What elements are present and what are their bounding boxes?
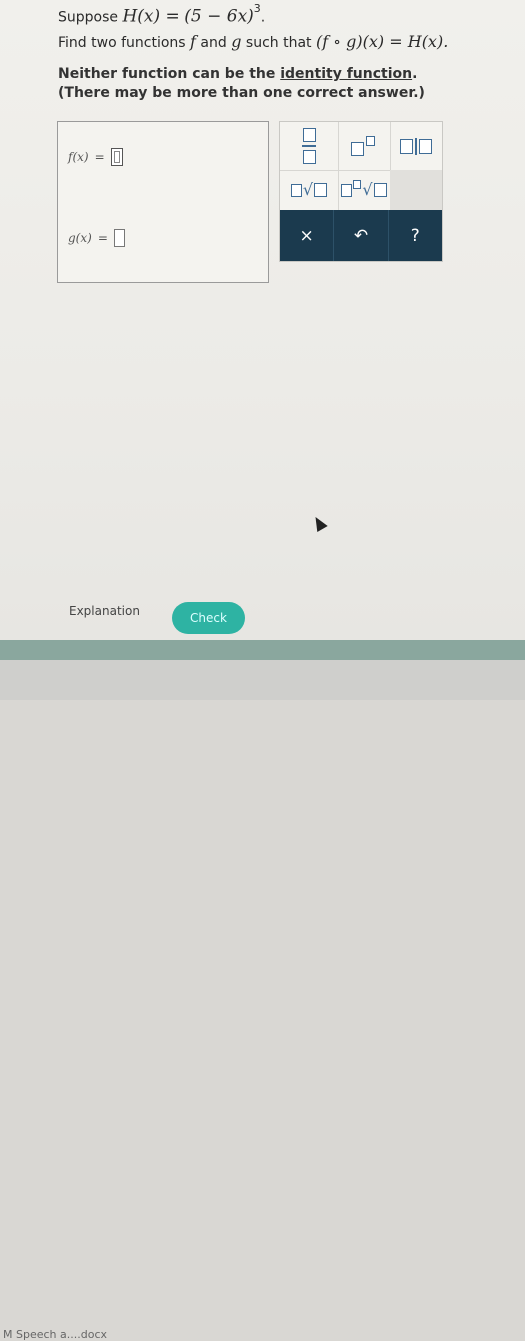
close-icon: ×	[299, 225, 314, 246]
composition-expression: (f ∘ g)(x) = H(x).	[315, 32, 449, 51]
f-input[interactable]	[110, 148, 123, 166]
note-line-1: Neither function can be the identity fun…	[58, 66, 417, 82]
suppose-word: Suppose	[58, 9, 119, 26]
question-line-2: Find two functions f and g such that (f …	[58, 32, 448, 51]
download-bar: M Speech a....docx	[0, 660, 525, 1341]
undo-icon: ↶	[353, 225, 369, 246]
help-button[interactable]: ?	[389, 210, 442, 261]
question-line-1: Suppose H(x) = (5 − 6x)3.	[58, 2, 266, 27]
palette-actions: × ↶ ?	[280, 210, 442, 261]
nth-root-icon: √	[341, 179, 387, 198]
f-equals: =	[94, 150, 105, 164]
find-f: f	[190, 32, 196, 51]
note-line-2: (There may be more than one correct answ…	[58, 85, 425, 101]
f-answer-row: f(x) =	[68, 148, 123, 166]
page-bottom-strip	[0, 640, 525, 660]
g-equals: =	[97, 231, 108, 245]
check-button[interactable]: Check	[172, 602, 245, 634]
nth-root-button[interactable]: √	[338, 170, 391, 211]
g-input[interactable]	[113, 229, 125, 247]
exponent: 3	[253, 2, 261, 15]
note-suffix: .	[412, 66, 418, 82]
absolute-value-icon	[400, 137, 432, 155]
end-period: .	[260, 9, 266, 26]
find-g: g	[231, 32, 242, 51]
note-prefix: Neither function can be the	[58, 66, 281, 82]
assignment-screen: Suppose H(x) = (5 − 6x)3. Find two funct…	[0, 0, 525, 640]
undo-button[interactable]: ↶	[334, 210, 389, 261]
f-label: f(x)	[68, 150, 89, 164]
help-icon: ?	[410, 225, 420, 246]
square-root-icon: √	[290, 182, 328, 198]
clear-button[interactable]: ×	[280, 210, 335, 261]
fraction-button[interactable]	[280, 122, 339, 171]
find-and: and	[200, 35, 227, 51]
g-answer-row: g(x) =	[68, 229, 125, 247]
math-palette: √ √ × ↶ ?	[279, 121, 443, 262]
mouse-cursor-icon	[310, 513, 328, 533]
square-root-button[interactable]: √	[280, 170, 339, 211]
explanation-button[interactable]: Explanation	[69, 604, 140, 618]
empty-palette-slot	[390, 170, 442, 211]
exponent-button[interactable]	[338, 122, 391, 171]
absolute-value-button[interactable]	[390, 122, 442, 171]
identity-function-link[interactable]: identity function	[280, 66, 412, 82]
download-item[interactable]: M Speech a....docx	[3, 1328, 107, 1341]
fraction-icon	[302, 128, 316, 164]
answer-box: f(x) = g(x) =	[57, 121, 269, 283]
g-label: g(x)	[68, 231, 92, 245]
find-such: such that	[245, 35, 312, 51]
find-text: Find two functions	[58, 35, 186, 51]
exponent-icon	[351, 136, 377, 156]
function-definition-lhs: H(x) =	[122, 6, 180, 27]
function-definition-rhs: (5 − 6x)	[184, 6, 254, 27]
